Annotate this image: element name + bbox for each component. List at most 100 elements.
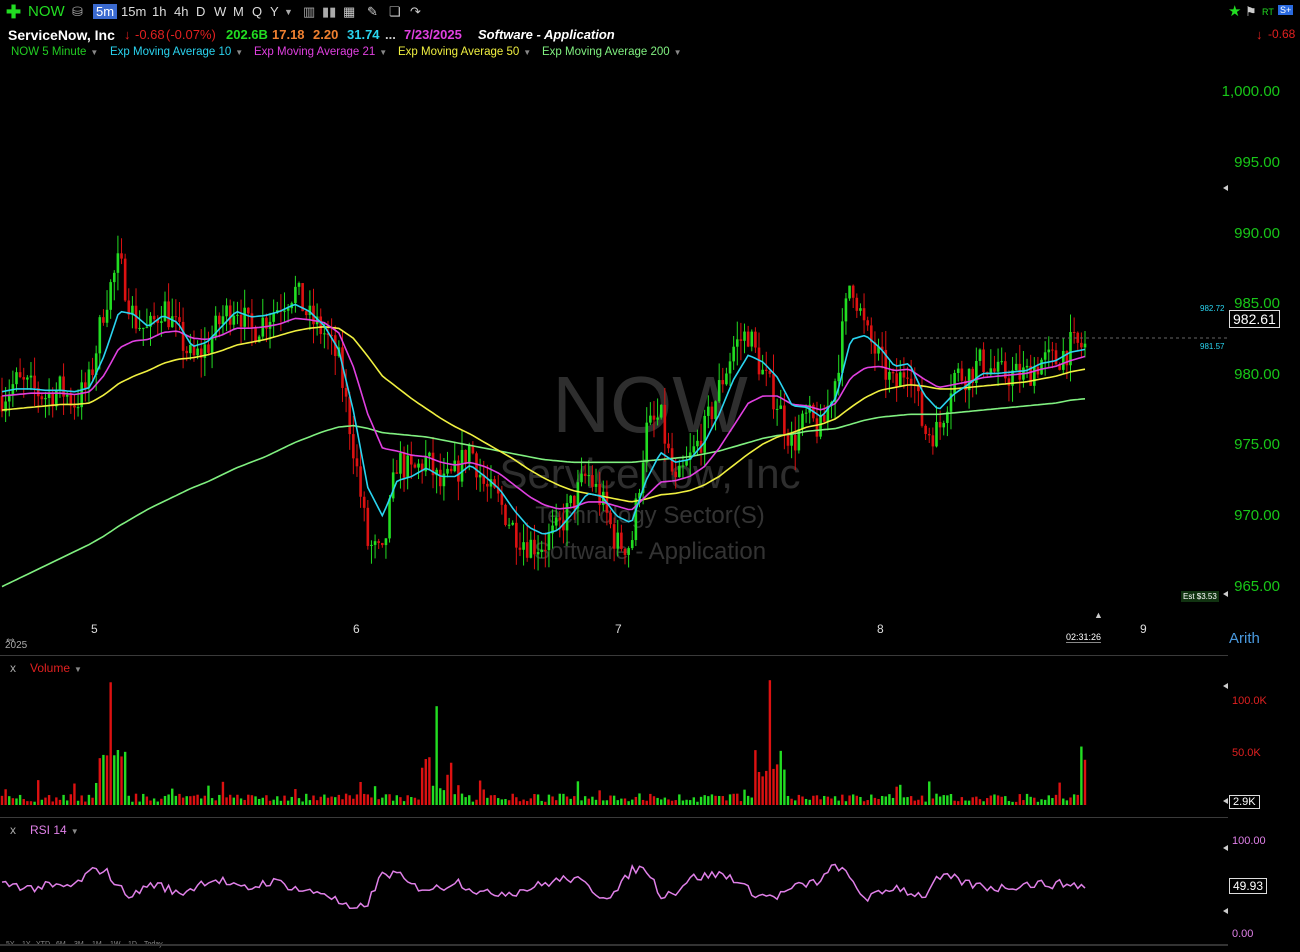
- candle-body: [732, 346, 735, 362]
- candle-body: [703, 415, 706, 453]
- candle-body: [504, 504, 507, 525]
- candle-body: [344, 387, 348, 397]
- volume-bar: [228, 794, 232, 805]
- scale-label[interactable]: Arith: [1229, 630, 1260, 647]
- volume-bar: [22, 799, 25, 805]
- volume-bar: [837, 800, 840, 805]
- s-plus-icon[interactable]: S+: [1278, 5, 1294, 15]
- volume-bar: [739, 801, 743, 805]
- volume-bar: [1014, 801, 1018, 805]
- candle-body: [163, 301, 167, 322]
- panel-divider[interactable]: [0, 655, 1228, 656]
- volume-bar: [417, 799, 420, 805]
- volume-bar: [1076, 794, 1079, 805]
- volume-bar: [511, 793, 514, 805]
- timeframe-W[interactable]: W: [214, 4, 226, 19]
- timeframe-D[interactable]: D: [196, 4, 205, 19]
- timeframe-5m[interactable]: 5m: [93, 4, 118, 19]
- layout-icon[interactable]: ❏: [389, 4, 401, 20]
- candle-body: [207, 344, 210, 353]
- volume-bar: [982, 801, 985, 805]
- volume-bar: [707, 796, 710, 805]
- est-label[interactable]: Est $3.53: [1181, 591, 1219, 602]
- volume-bar: [529, 798, 533, 805]
- candle-body: [612, 524, 616, 549]
- volume-bar: [761, 776, 764, 805]
- timeframe-1h[interactable]: 1h: [152, 4, 166, 19]
- candle-body: [891, 371, 895, 374]
- volume-bar: [917, 799, 920, 805]
- volume-bar: [891, 797, 895, 805]
- candle-body: [841, 321, 844, 373]
- volume-tick-100k: 100.0K: [1232, 695, 1267, 707]
- volume-bar: [391, 800, 395, 805]
- volume-bar: [471, 801, 475, 805]
- ema10-value: 982.72: [1200, 304, 1225, 313]
- candle-body: [0, 395, 4, 412]
- price-chart[interactable]: [0, 40, 1228, 660]
- scroll-up-icon[interactable]: ▲: [1094, 610, 1103, 620]
- volume-bar: [290, 796, 293, 805]
- volume-bar: [877, 799, 880, 805]
- volume-bar: [44, 797, 47, 805]
- candle-body: [446, 468, 449, 474]
- volume-bar: [294, 789, 297, 805]
- panel-divider-2[interactable]: [0, 817, 1228, 818]
- star-icon[interactable]: ★: [1228, 2, 1241, 20]
- candle-body: [355, 458, 359, 467]
- volume-chart[interactable]: [0, 660, 1228, 810]
- volume-bar: [493, 795, 496, 805]
- bottom-scrollbar[interactable]: [0, 944, 1228, 946]
- flag-icon[interactable]: ⚑: [1245, 4, 1257, 20]
- candle-body: [116, 253, 120, 273]
- bar-chart-icon[interactable]: ▮▮: [322, 4, 336, 20]
- volume-bar: [431, 785, 435, 805]
- volume-bar: [254, 796, 257, 805]
- volume-bar: [200, 798, 203, 805]
- volume-bar: [363, 793, 366, 805]
- indicator-icon[interactable]: ▦: [343, 4, 355, 20]
- volume-bar: [902, 797, 906, 805]
- candle-body: [384, 538, 388, 546]
- volume-bar: [823, 795, 826, 805]
- bucket-icon[interactable]: ⛁: [72, 4, 83, 20]
- volume-bar: [98, 758, 101, 805]
- add-icon[interactable]: ✚: [6, 2, 21, 23]
- candle-body: [181, 321, 185, 351]
- share-icon[interactable]: ↷: [410, 4, 421, 20]
- candle-body: [1040, 359, 1043, 375]
- chart-type-icon[interactable]: ▥: [303, 4, 315, 20]
- price-tick: 995.00: [1234, 154, 1280, 171]
- volume-bar: [58, 799, 62, 805]
- timeframe-Y[interactable]: Y: [270, 4, 279, 19]
- volume-bar: [497, 798, 500, 805]
- symbol-input[interactable]: NOW: [28, 3, 65, 20]
- volume-bar: [113, 755, 116, 805]
- volume-bar: [210, 798, 214, 805]
- timeframe-Q[interactable]: Q: [252, 4, 262, 19]
- candle-body: [790, 435, 793, 446]
- timeframe-dropdown-icon[interactable]: ▼: [284, 7, 293, 17]
- volume-bar: [736, 793, 739, 805]
- timeframe-M[interactable]: M: [233, 4, 244, 19]
- candle-body: [170, 316, 174, 328]
- volume-bar: [772, 768, 775, 805]
- candle-body: [138, 327, 141, 329]
- volume-bar: [1025, 793, 1029, 805]
- price-tick: 990.00: [1234, 224, 1280, 242]
- rsi-chart[interactable]: [0, 820, 1228, 940]
- candle-body: [283, 310, 286, 312]
- right-down-arrow-icon: ↓: [1256, 27, 1263, 42]
- volume-bar: [594, 799, 598, 805]
- draw-pencil-icon[interactable]: ✎: [367, 4, 378, 20]
- timeframe-15m[interactable]: 15m: [121, 4, 146, 19]
- candle-body: [381, 542, 384, 546]
- timeframe-4h[interactable]: 4h: [174, 4, 188, 19]
- volume-bar: [478, 780, 482, 805]
- scroll-arrows-icon[interactable]: ⇔: [4, 631, 17, 646]
- time-tick: 9: [1140, 622, 1147, 636]
- candles: [0, 235, 1087, 571]
- volume-bar: [685, 799, 688, 805]
- candle-body: [167, 301, 170, 328]
- candle-body: [848, 285, 851, 299]
